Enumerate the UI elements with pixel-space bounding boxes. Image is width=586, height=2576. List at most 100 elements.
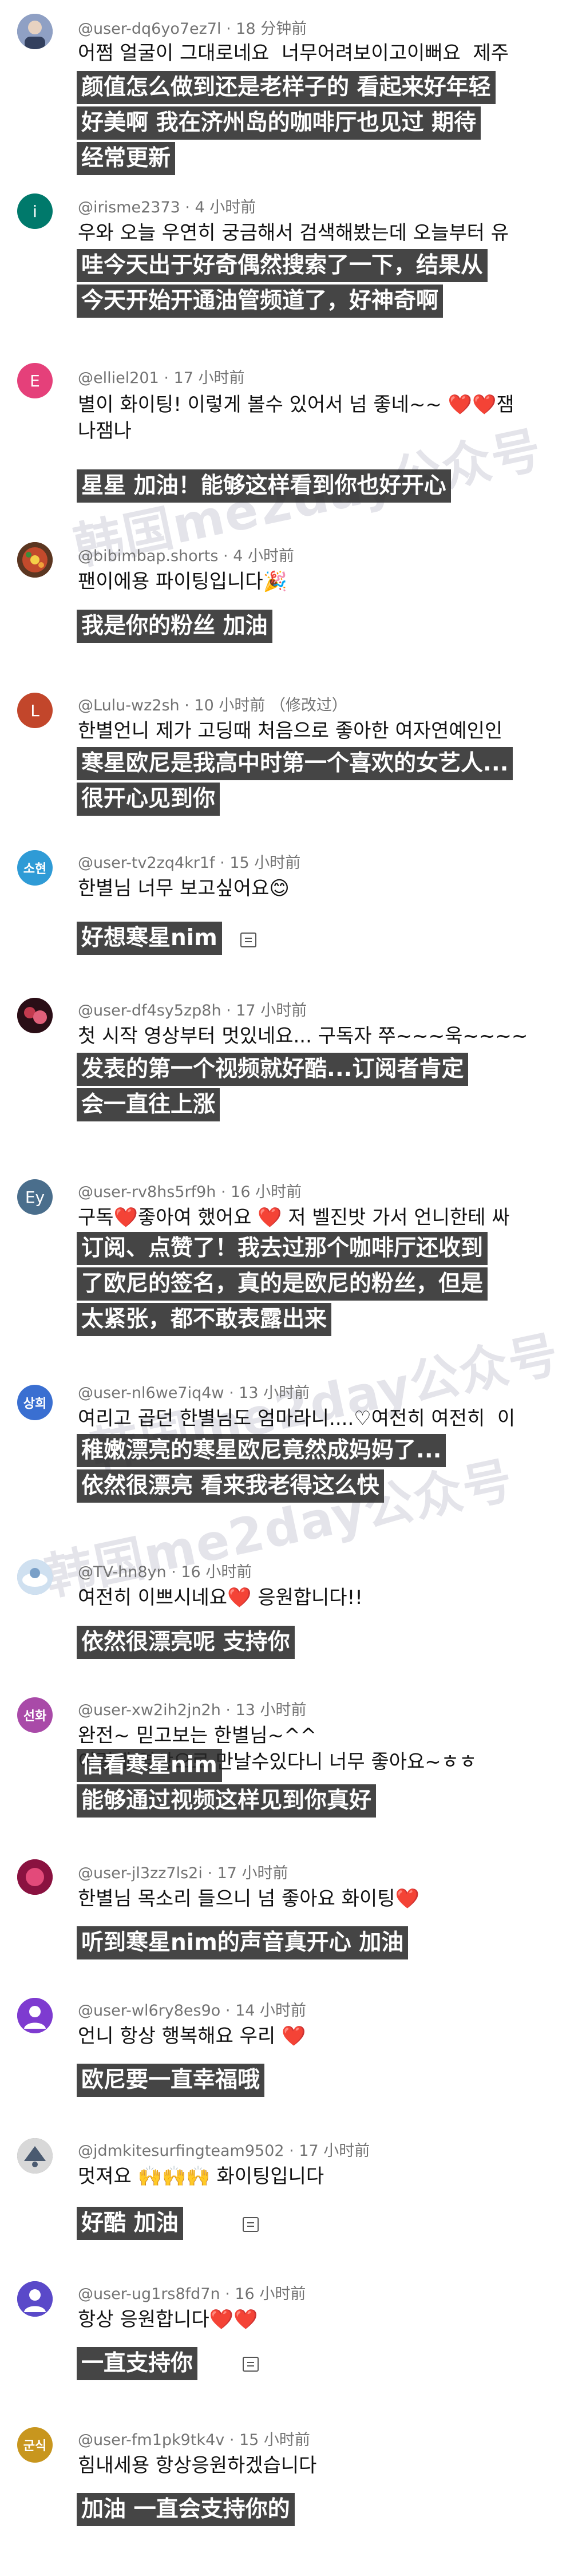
comment-author[interactable]: @jdmkitesurfingteam9502 [78,2142,284,2160]
avatar-letter: 상희 [23,1397,47,1411]
avatar[interactable] [17,2138,53,2174]
comment-author[interactable]: @user-dq6yo7ez7l [78,20,221,38]
comment-author[interactable]: @bibimbap.shorts [78,547,218,565]
avatar[interactable] [17,998,53,1033]
avatar[interactable] [17,1859,53,1895]
comment-author[interactable]: @Lulu-wz2sh [78,697,180,714]
avatar-letter: E [30,371,40,390]
translation-caption: 欧尼要一直幸福哦 [77,2064,265,2099]
avatar-letter: 군식 [23,2439,47,2453]
comment-text: 힘내세용 항상응원하겠습니다 [78,2454,317,2477]
translation-line: 哇今天出于好奇偶然搜索了一下，结果从 [77,249,488,282]
comment-author[interactable]: @user-tv2zq4kr1f [78,854,215,872]
comment-text: 우와 오늘 우연히 궁금해서 검색해봤는데 오늘부터 유 [78,222,509,244]
translation-caption: 加油 一直会支持你的 [77,2493,295,2528]
translation-line: 颜值怎么做到还是老样子的 看起来好年轻 [77,71,496,104]
comment-time: 4 小时前 [195,199,256,216]
avatar[interactable] [17,2281,53,2317]
comment-time: 16 小时前 [231,1183,302,1201]
comment-author[interactable]: @user-xw2ih2jn2h [78,1701,221,1719]
comment-text: 여리고 곱던 한별님도 엄마라니....♡여전히 여전히 이 [78,1407,516,1430]
profile-photo-icon [17,14,53,49]
translation-caption: 星星 加油！能够这样看到你也好开心 [77,469,451,505]
comment-time: 13 小时前 [239,1384,310,1402]
comment-time: 14 小时前 [235,2002,307,2020]
avatar[interactable]: L [17,693,53,728]
translation-line: 我是你的粉丝 加油 [77,610,272,643]
comment-author[interactable]: @user-wl6ry8es9o [78,2002,220,2020]
reply-icon[interactable] [243,2357,259,2372]
translation-caption: 发表的第一个视频就好酷...订阅者肯定 会一直往上涨 [77,1053,469,1124]
comment-author[interactable]: @user-df4sy5zp8h [78,1002,221,1020]
translation-caption: 信看寒星nim 能够通过视频这样见到你真好 [77,1749,377,1820]
translation-line: 订阅、点赞了！我去过那个咖啡厅还收到 [77,1232,488,1265]
translation-line: 好想寒星nim [77,922,222,955]
comment-text: 한별언니 제가 고딩때 처음으로 좋아한 여자연예인인 [78,720,503,742]
translation-caption: 听到寒星nim的声音真开心 加油 [77,1926,409,1962]
translation-line: 欧尼要一直幸福哦 [77,2064,265,2097]
person-icon [17,2281,53,2317]
avatar-letter: 소현 [23,862,47,876]
avatar[interactable]: i [17,193,53,229]
comment-time: 16 小时前 [235,2285,306,2303]
comment-time: 16 小时前 [181,1563,252,1581]
avatar[interactable]: 상희 [17,1385,53,1420]
translation-line: 依然很漂亮呢 支持你 [77,1626,295,1659]
avatar[interactable] [17,14,53,49]
translation-caption: 依然很漂亮呢 支持你 [77,1626,295,1661]
translation-caption: 稚嫩漂亮的寒星欧尼竟然成妈妈了... 依然很漂亮 看来我老得这么快 [77,1434,446,1505]
avatar[interactable]: Ey [17,1179,53,1215]
comment-text: 여전히 이쁘시네요❤️ 응원합니다!! [78,1586,363,1609]
translation-caption: 一直支持你 [77,2347,198,2383]
comment-author[interactable]: @user-ug1rs8fd7n [78,2285,220,2303]
translation-line: 好酷 加油 [77,2207,183,2240]
comment-time: 17 小时前 [299,2142,370,2160]
translation-line: 经常更新 [77,142,176,175]
avatar[interactable] [17,1998,53,2033]
avatar-letter: L [30,701,39,720]
bibimbap-bowl-icon [17,542,53,578]
comment-text: 팬이에용 파이팅입니다🎉 [78,570,287,593]
comment-text: 별이 화이팅! 이렇게 볼수 있어서 넘 좋네~~ ❤️❤️잼 나잼나 [78,393,514,442]
translation-line: 一直支持你 [77,2347,198,2380]
comment-author[interactable]: @TV-hn8yn [78,1563,167,1581]
comment-text: 어쩜 얼굴이 그대로네요 너무어려보이고이뻐요 제주 [78,42,509,65]
person-icon [17,1998,53,2033]
comment-time: 4 小时前 [233,547,294,565]
avatar[interactable] [17,542,53,578]
comment-author[interactable]: @elliel201 [78,369,159,387]
comment-text: 항상 응원합니다❤️❤️ [78,2308,258,2331]
avatar[interactable]: 소현 [17,850,53,886]
translation-line: 稚嫩漂亮的寒星欧尼竟然成妈妈了... [77,1434,446,1467]
comment-time: 17 小时前 [173,369,245,387]
comment-text: 구독❤️좋아여 했어요 ❤️ 저 벨진밧 가서 언니한테 싸 [78,1206,510,1229]
kitesurf-logo-icon [17,2138,53,2174]
comment-text: 멋져요 🙌🙌🙌 화이팅입니다 [78,2165,324,2188]
comment-author[interactable]: @user-fm1pk9tk4v [78,2431,224,2449]
reply-icon[interactable] [240,933,256,947]
avatar[interactable]: 선화 [17,1697,53,1733]
avatar[interactable]: E [17,363,53,398]
comment-author[interactable]: @irisme2373 [78,199,180,216]
comment-time: 15 小时前 [229,854,301,872]
reply-icon[interactable] [243,2217,259,2232]
profile-photo-icon [17,1859,53,1895]
translation-caption: 订阅、点赞了！我去过那个咖啡厅还收到 了欧尼的签名，真的是欧尼的粉丝，但是 太紧… [77,1232,488,1338]
comment-time: 10 小时前 （修改过） [194,697,347,714]
translation-line: 寒星欧尼是我高中时第一个喜欢的女艺人... [77,747,513,780]
comment-time: 17 小时前 [236,1002,307,1020]
comment-time: 15 小时前 [239,2431,310,2449]
translation-line: 好美啊 我在济州岛的咖啡厅也见过 期待 [77,106,481,140]
comment-author[interactable]: @user-nl6we7iq4w [78,1384,224,1402]
avatar[interactable]: 군식 [17,2427,53,2463]
translation-line: 信看寒星nim [77,1749,222,1782]
comment-text: 첫 시작 영상부터 멋있네요... 구독자 쭈~~~욱~~~~ [78,1025,528,1048]
translation-line: 依然很漂亮 看来我老得这么快 [77,1469,384,1503]
avatar[interactable] [17,1559,53,1595]
comment-text: 한별님 목소리 들으니 넘 좋아요 화이팅❤️ [78,1887,419,1910]
comment-author[interactable]: @user-rv8hs5rf9h [78,1183,216,1201]
translation-caption: 哇今天出于好奇偶然搜索了一下，结果从 今天开始开通油管频道了，好神奇啊 [77,249,488,320]
translation-line: 太紧张，都不敢表露出来 [77,1303,332,1336]
avatar-letter: i [33,202,37,221]
comment-author[interactable]: @user-jl3zz7ls2i [78,1864,203,1882]
